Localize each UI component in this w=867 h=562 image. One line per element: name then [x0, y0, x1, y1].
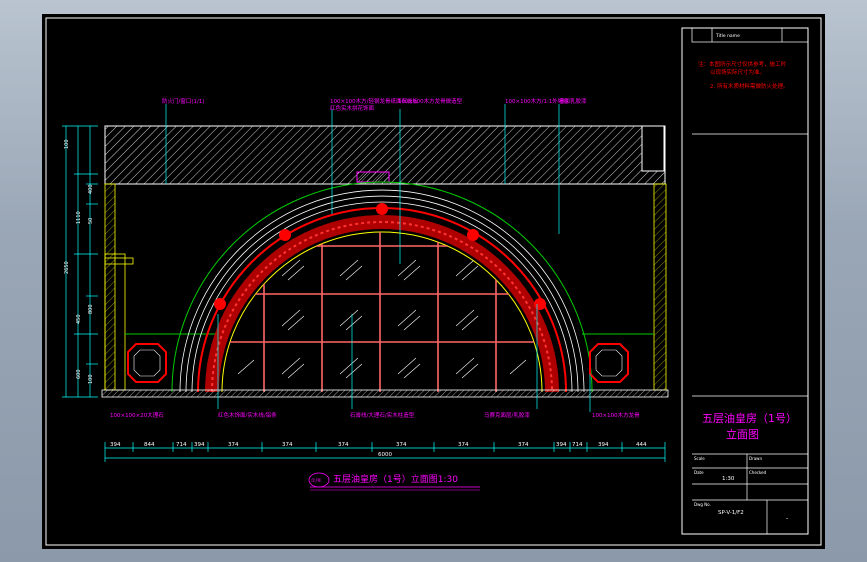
svg-text:Title name: Title name	[715, 33, 740, 39]
svg-text:Date: Date	[694, 470, 704, 475]
svg-text:马赛克面层/乳胶漆: 马赛克面层/乳胶漆	[484, 411, 530, 419]
top-annotations: 防火门/窗口(1/1) 100×100木方/轻钢龙骨纸面石膏板 红色实木拼花饰面…	[162, 97, 587, 112]
svg-text:374: 374	[396, 442, 407, 448]
svg-text:五层油皇房（1号）立面图1:30: 五层油皇房（1号）立面图1:30	[333, 473, 458, 485]
svg-text:100: 100	[88, 374, 94, 384]
svg-text:立面图: 立面图	[726, 427, 759, 441]
svg-text:394: 394	[110, 442, 121, 448]
bottom-dimensions: 394 844 714 394 374 374 374 374 374 374 …	[104, 442, 666, 462]
left-dimensions: 100 1110 400 2650 450 50 800 600 100	[62, 125, 98, 398]
svg-text:374: 374	[458, 442, 469, 448]
svg-text:红色木饰面/实木线/铝条: 红色木饰面/实木线/铝条	[218, 411, 277, 419]
svg-text:374: 374	[338, 442, 349, 448]
floor	[101, 389, 669, 398]
bottom-annotations: 100×100×20大理石 红色木饰面/实木线/铝条 石膏线/大理石/实木柱造型…	[110, 411, 640, 419]
right-wall	[653, 183, 667, 391]
svg-text:1110: 1110	[76, 211, 82, 224]
ornament-left	[127, 343, 167, 383]
svg-text:714: 714	[176, 442, 187, 448]
svg-text:墙面乳胶漆: 墙面乳胶漆	[559, 97, 587, 105]
svg-text:SP-V-1/F2: SP-V-1/F2	[718, 510, 744, 516]
arch-window	[171, 181, 593, 393]
svg-text:Checked: Checked	[749, 470, 767, 475]
svg-text:以现场实际尺寸为准。: 以现场实际尺寸为准。	[710, 68, 765, 76]
svg-text:100: 100	[64, 139, 70, 149]
drawing-title[interactable]: ①/⑥ 五层油皇房（1号）立面图1:30	[308, 472, 480, 491]
svg-text:800: 800	[88, 304, 94, 314]
ceiling	[104, 125, 666, 185]
svg-text:Drawn: Drawn	[749, 456, 762, 461]
svg-text:-: -	[786, 515, 788, 522]
svg-text:2. 所有木质材料需做防火处理。: 2. 所有木质材料需做防火处理。	[710, 82, 789, 90]
svg-text:石膏线/大理石/实木柱造型: 石膏线/大理石/实木柱造型	[350, 411, 415, 419]
glass-grid	[222, 232, 542, 392]
svg-text:844: 844	[144, 442, 155, 448]
svg-text:2650: 2650	[64, 261, 70, 274]
svg-text:394: 394	[598, 442, 609, 448]
cad-canvas[interactable]: 防火门/窗口(1/1) 100×100木方/轻钢龙骨纸面石膏板 红色实木拼花饰面…	[42, 14, 825, 549]
svg-text:五层油皇房（1号）: 五层油皇房（1号）	[702, 411, 797, 425]
svg-text:374: 374	[518, 442, 529, 448]
svg-text:1:30: 1:30	[722, 476, 735, 482]
svg-text:100×100木方龙骨: 100×100木方龙骨	[592, 411, 640, 419]
ornament-right	[589, 343, 629, 383]
svg-text:红色实木拼花饰面: 红色实木拼花饰面	[330, 104, 375, 112]
svg-text:50: 50	[88, 218, 94, 224]
svg-text:394: 394	[194, 442, 205, 448]
svg-text:①/⑥: ①/⑥	[311, 478, 322, 484]
svg-text:394: 394	[556, 442, 567, 448]
svg-text:450: 450	[76, 314, 82, 324]
title-block: Title name 注：本图所示尺寸仅供参考，施工时 以现场实际尺寸为准。 2…	[691, 27, 809, 534]
svg-text:100×100木方龙骨做造型: 100×100木方龙骨做造型	[398, 97, 463, 105]
svg-text:374: 374	[282, 442, 293, 448]
svg-text:Dwg No.: Dwg No.	[694, 502, 711, 507]
outer-border	[45, 17, 822, 546]
svg-text:400: 400	[88, 184, 94, 194]
svg-text:600: 600	[76, 369, 82, 379]
svg-text:714: 714	[572, 442, 583, 448]
svg-text:6000: 6000	[378, 452, 392, 458]
svg-text:Scale: Scale	[694, 456, 705, 461]
svg-text:374: 374	[228, 442, 239, 448]
svg-text:注：本图所示尺寸仅供参考，施工时: 注：本图所示尺寸仅供参考，施工时	[698, 60, 787, 68]
drawing-sheet: 防火门/窗口(1/1) 100×100木方/轻钢龙骨纸面石膏板 红色实木拼花饰面…	[42, 14, 825, 549]
svg-text:444: 444	[636, 442, 647, 448]
svg-text:100×100×20大理石: 100×100×20大理石	[110, 411, 164, 419]
svg-text:防火门/窗口(1/1): 防火门/窗口(1/1)	[162, 97, 205, 105]
